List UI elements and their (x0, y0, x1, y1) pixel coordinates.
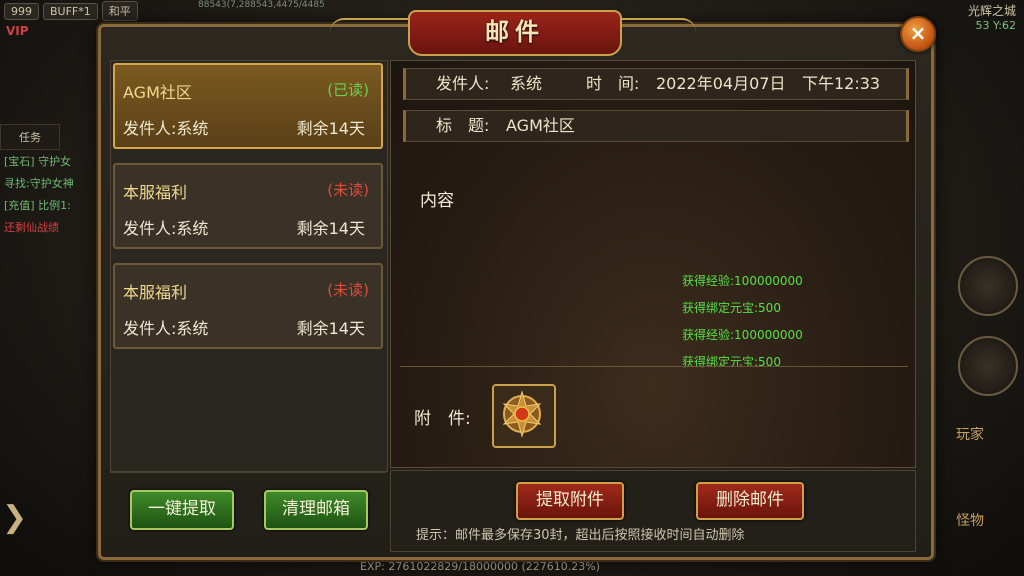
tip-text: 提示：邮件最多保存30封，超出后按照接收时间自动删除 (416, 528, 745, 543)
mail-status-read: (已读) (327, 81, 369, 99)
mail-title: AGM社区 (123, 83, 192, 102)
map-coords: 53 Y:62 (975, 19, 1016, 32)
dialog-title: 邮件 (408, 10, 622, 56)
mail-header-row: 发件人: 系统 时 间: 2022年04月07日 下午12:33 (403, 68, 909, 100)
monsters-label[interactable]: 怪物 (956, 510, 984, 530)
players-label[interactable]: 玩家 (956, 424, 984, 444)
expand-arrow-icon[interactable]: ❯ (2, 500, 27, 535)
mail-remaining-days: 剩余14天 (296, 219, 365, 238)
medal-icon (502, 390, 542, 438)
mail-remaining-days: 剩余14天 (296, 119, 365, 138)
sender-label: 发件人: (436, 74, 490, 93)
mail-subject-row: 标 题: AGM社区 (403, 110, 909, 142)
mail-item-selected[interactable]: AGM社区 (已读) 发件人:系统 剩余14天 (113, 63, 383, 149)
reward-line: 获得经验:100000000 (682, 328, 803, 342)
quest-tab[interactable]: 任务 (0, 124, 60, 150)
mail-title: 本服福利 (123, 283, 188, 302)
sender-value: 系统 (510, 74, 543, 93)
delete-mail-button[interactable]: 删除邮件 (696, 482, 804, 520)
quest-line[interactable]: 还剩仙战绩 (0, 216, 96, 238)
attachment-label: 附 件: (414, 409, 471, 429)
buff-button[interactable]: BUFF*1 (43, 2, 98, 20)
title-ornament-left (330, 18, 410, 42)
reward-line: 获得绑定元宝:500 (682, 355, 781, 369)
mail-status-unread: (未读) (327, 181, 369, 199)
extract-attachment-button[interactable]: 提取附件 (516, 482, 624, 520)
divider (400, 366, 908, 367)
mail-content: 内容 (420, 191, 454, 211)
quest-line[interactable]: 寻找:守护女神 (0, 172, 96, 194)
quest-panel: 任务 [宝石] 守护女 寻找:守护女神 [充值] 比例1: 还剩仙战绩 (0, 124, 96, 238)
attachment-slot[interactable] (492, 384, 556, 448)
clear-mailbox-button[interactable]: 清理邮箱 (264, 490, 368, 530)
collect-all-button[interactable]: 一键提取 (130, 490, 234, 530)
mail-status-unread: (未读) (327, 281, 369, 299)
mail-remaining-days: 剩余14天 (296, 319, 365, 338)
map-info: 光辉之城 53 Y:62 (968, 2, 1016, 32)
subject-value: AGM社区 (506, 116, 575, 135)
close-button[interactable]: × (900, 16, 936, 52)
mail-sender: 发件人:系统 (123, 119, 209, 138)
mail-item[interactable]: 本服福利 (未读) 发件人:系统 剩余14天 (113, 163, 383, 249)
pk-mode-button[interactable]: 和平 (101, 1, 138, 21)
title-ornament-right (616, 18, 696, 42)
hud-top-bar: 999 BUFF*1 和平 (0, 0, 138, 22)
mail-item[interactable]: 本服福利 (未读) 发件人:系统 剩余14天 (113, 263, 383, 349)
quest-line[interactable]: [宝石] 守护女 (0, 150, 96, 172)
skill-button[interactable] (958, 256, 1018, 316)
mail-title: 本服福利 (123, 183, 188, 202)
hud-stats-text: 88543(7,288543,4475/4485 (198, 0, 325, 10)
subject-label: 标 题: (436, 116, 490, 135)
map-name: 光辉之城 (967, 4, 1016, 18)
vip-badge[interactable]: VIP (6, 24, 29, 38)
reward-line: 获得绑定元宝:500 (682, 301, 781, 315)
quest-line[interactable]: [充值] 比例1: (0, 194, 96, 216)
mail-list: AGM社区 (已读) 发件人:系统 剩余14天 本服福利 (未读) 发件人:系统… (110, 60, 388, 472)
level-badge: 999 (4, 2, 39, 20)
time-label: 时 间: (586, 74, 640, 93)
mail-sender: 发件人:系统 (123, 319, 209, 338)
exp-bar: EXP: 2761022829/18000000 (227610.23%) (360, 560, 601, 573)
attack-button[interactable] (958, 336, 1018, 396)
mail-sender: 发件人:系统 (123, 219, 209, 238)
time-value: 2022年04月07日 (656, 74, 786, 93)
time-clock: 下午12:33 (802, 74, 881, 93)
reward-line: 获得经验:100000000 (682, 274, 803, 288)
